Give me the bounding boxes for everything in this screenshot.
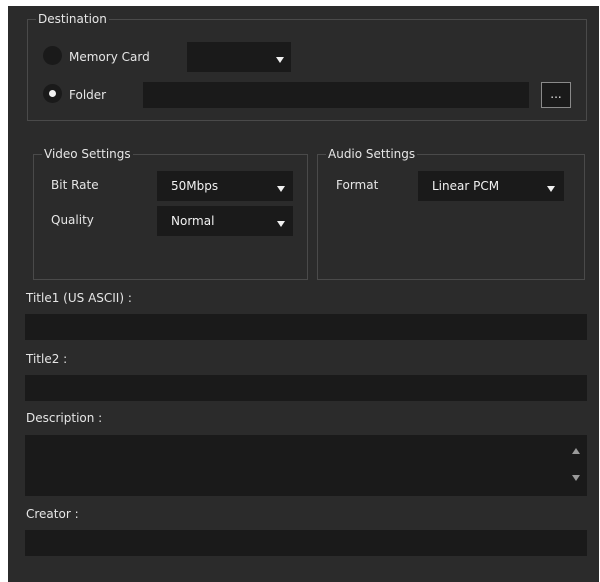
recording-settings-panel: Destination Memory Card Folder ... Video…	[8, 6, 599, 582]
scroll-up-icon[interactable]	[572, 448, 580, 454]
memory-card-radio[interactable]	[43, 46, 62, 65]
quality-select[interactable]: Normal	[157, 206, 293, 236]
description-textarea[interactable]	[25, 435, 587, 496]
bit-rate-select[interactable]: 50Mbps	[157, 171, 293, 201]
video-settings-title: Video Settings	[42, 146, 133, 162]
description-label: Description :	[26, 411, 103, 425]
chevron-down-icon	[547, 186, 555, 192]
destination-group-title: Destination	[36, 11, 109, 27]
description-scrollbar[interactable]	[565, 435, 587, 496]
chevron-down-icon	[277, 221, 285, 227]
bit-rate-label: Bit Rate	[51, 178, 99, 192]
quality-label: Quality	[51, 213, 94, 227]
audio-settings-title: Audio Settings	[326, 146, 418, 162]
title2-input[interactable]	[25, 375, 587, 401]
creator-input[interactable]	[25, 530, 587, 556]
title1-label: Title1 (US ASCII) :	[26, 291, 132, 305]
browse-folder-button[interactable]: ...	[541, 82, 571, 108]
bit-rate-value: 50Mbps	[171, 179, 219, 193]
audio-format-select[interactable]: Linear PCM	[418, 171, 564, 201]
chevron-down-icon	[276, 57, 284, 63]
memory-card-select[interactable]	[187, 42, 291, 72]
chevron-down-icon	[277, 186, 285, 192]
radio-selected-dot	[49, 90, 56, 97]
title1-input[interactable]	[25, 314, 587, 340]
folder-radio[interactable]	[43, 84, 62, 103]
title2-label: Title2 :	[26, 352, 68, 366]
folder-label[interactable]: Folder	[69, 87, 106, 103]
scroll-down-icon[interactable]	[572, 475, 580, 481]
browse-button-label: ...	[550, 87, 562, 101]
memory-card-label[interactable]: Memory Card	[69, 49, 150, 65]
quality-value: Normal	[171, 214, 215, 228]
format-label: Format	[336, 178, 379, 192]
folder-path-field[interactable]	[143, 82, 529, 108]
audio-format-value: Linear PCM	[432, 179, 500, 193]
creator-label: Creator :	[26, 507, 79, 521]
